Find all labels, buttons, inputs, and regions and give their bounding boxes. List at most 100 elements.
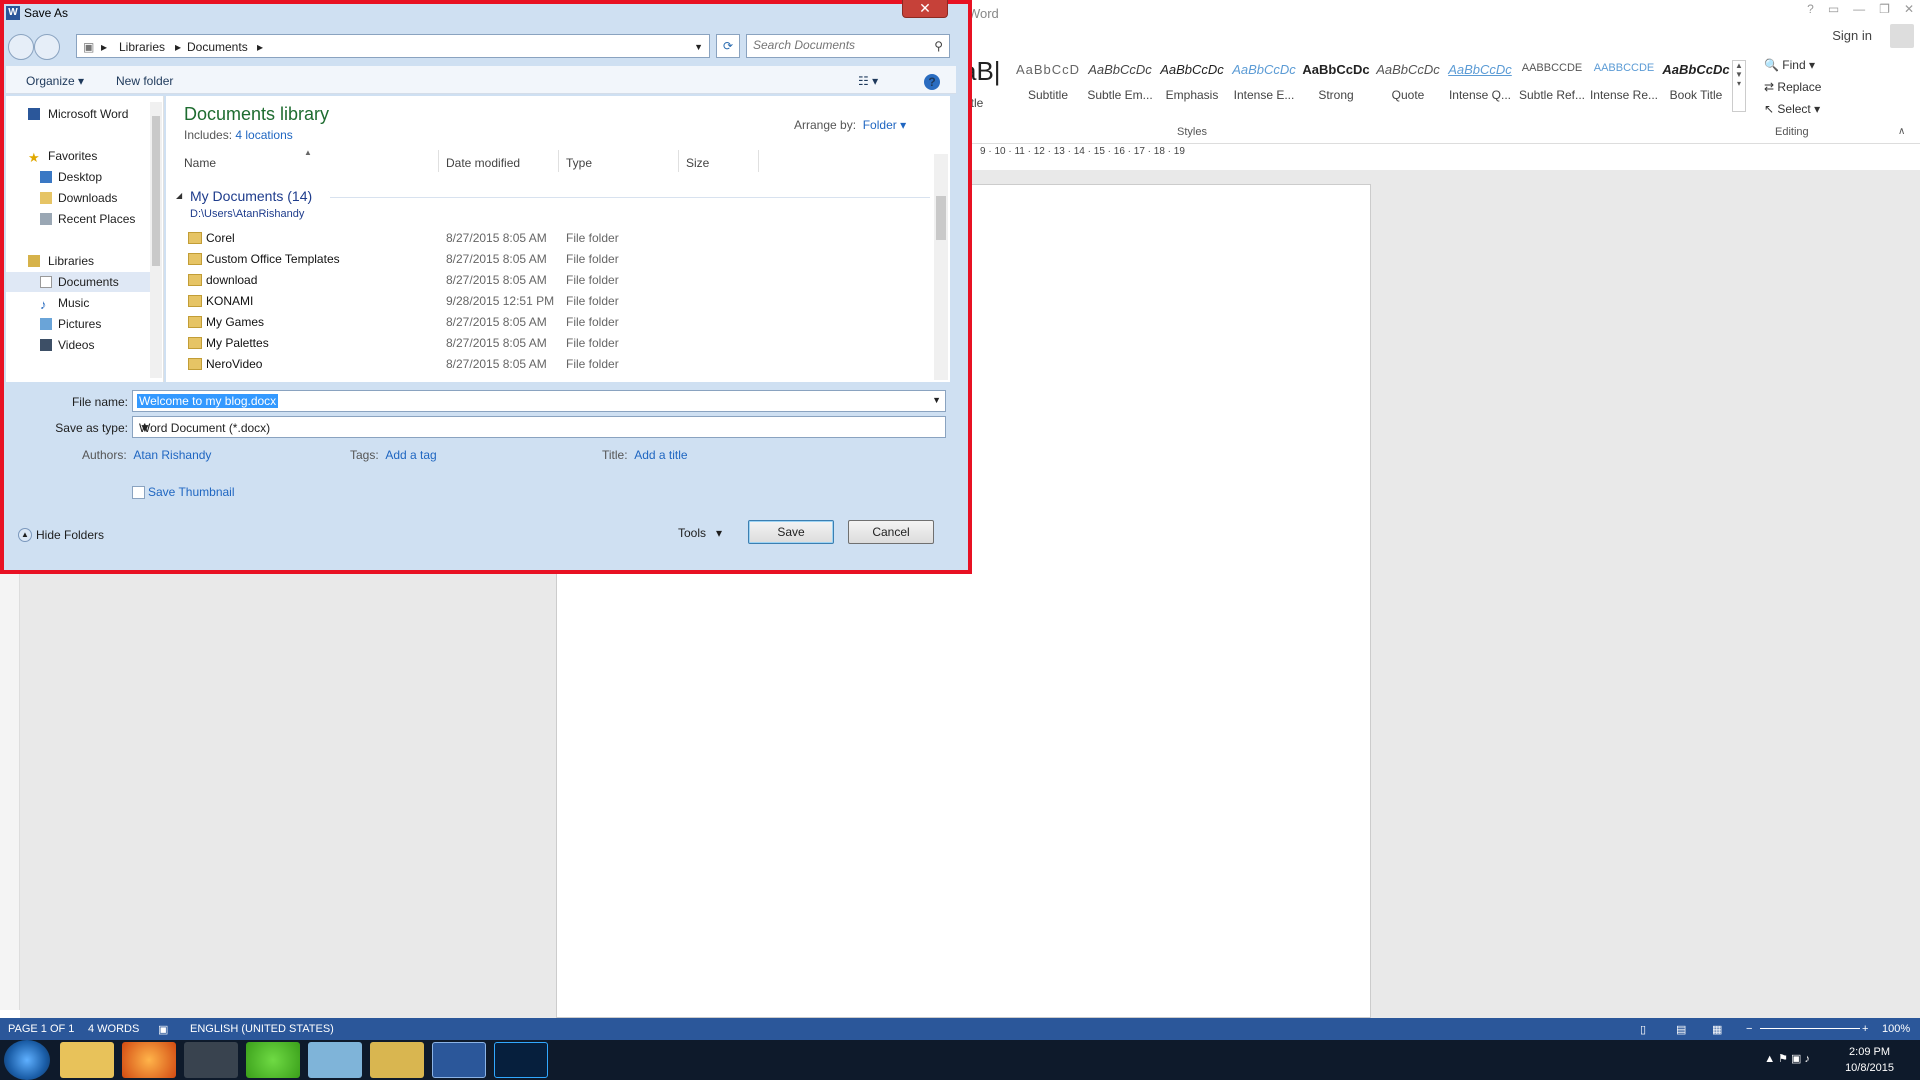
title-value[interactable]: Add a title [634,448,687,462]
zoom-slider[interactable] [1760,1028,1860,1029]
style-subtle-emphasis[interactable]: AaBbCcDc Subtle Em... [1084,62,1156,102]
style-subtitle[interactable]: AaBbCcD Subtitle [1012,62,1084,102]
includes-locations-link[interactable]: 4 locations [235,128,292,142]
nav-libraries[interactable]: Libraries [6,251,156,271]
select-button[interactable]: ↖ Select ▾ [1764,102,1820,116]
dialog-close-button[interactable]: ✕ [902,0,948,18]
nav-pictures[interactable]: Pictures [6,314,156,334]
column-size[interactable]: Size [686,156,709,170]
breadcrumb-libraries[interactable]: Libraries [119,40,165,54]
ribbon-display-icon[interactable]: ▭ [1828,2,1839,16]
photoshop-taskbar-icon[interactable] [494,1042,548,1078]
file-row[interactable]: download 8/27/2015 8:05 AM File folder [184,270,924,290]
style-emphasis[interactable]: AaBbCcDc Emphasis [1156,62,1228,102]
notes-taskbar-icon[interactable] [308,1042,362,1078]
file-list-scrollbar-thumb[interactable] [936,196,946,240]
column-name[interactable]: Name [184,156,216,170]
web-layout-icon[interactable]: ▦ [1712,1023,1722,1036]
collapse-ribbon-icon[interactable]: ∧ [1898,126,1905,137]
authors-value[interactable]: Atan Rishandy [133,448,211,462]
group-header[interactable]: My Documents (14) [190,188,312,204]
file-row[interactable]: KONAMI 9/28/2015 12:51 PM File folder [184,291,924,311]
save-thumbnail-label[interactable]: Save Thumbnail [148,485,235,499]
style-strong[interactable]: AaBbCcDc Strong [1300,62,1372,102]
organize-button[interactable]: Organize ▾ [26,74,84,88]
zoom-in-icon[interactable]: + [1862,1023,1868,1035]
explorer-taskbar-icon[interactable] [60,1042,114,1078]
filename-dropdown-icon[interactable]: ▼ [932,395,941,405]
file-row[interactable]: My Games 8/27/2015 8:05 AM File folder [184,312,924,332]
style-book-title[interactable]: AaBbCcDc Book Title [1660,62,1732,102]
hide-folders-button[interactable]: ▲ Hide Folders [18,528,104,542]
style-intense-quote[interactable]: AaBbCcDc Intense Q... [1444,62,1516,102]
notepad-taskbar-icon[interactable] [184,1042,238,1078]
page-count[interactable]: PAGE 1 OF 1 [8,1023,74,1035]
zoom-out-icon[interactable]: − [1746,1023,1752,1035]
save-button[interactable]: Save [748,520,834,544]
address-dropdown-icon[interactable]: ▼ [694,42,703,52]
savetype-select[interactable]: Word Document (*.docx) ▼ [132,416,946,438]
style-quote[interactable]: AaBbCcDc Quote [1372,62,1444,102]
upwork-taskbar-icon[interactable] [246,1042,300,1078]
firefox-taskbar-icon[interactable] [122,1042,176,1078]
file-row[interactable]: Corel 8/27/2015 8:05 AM File folder [184,228,924,248]
help-icon[interactable]: ? [924,74,940,90]
address-bar[interactable]: ▣ ▸ Libraries ▸ Documents ▸ ▼ [76,34,710,58]
language-indicator[interactable]: ENGLISH (UNITED STATES) [190,1023,334,1035]
minimize-icon[interactable]: — [1853,2,1865,16]
breadcrumb-documents[interactable]: Documents [187,40,248,54]
nav-documents[interactable]: Documents [6,272,156,292]
clock-time[interactable]: 2:09 PM [1849,1046,1890,1058]
tray-icons[interactable]: ▲ ⚑ ▣ ♪ [1764,1052,1810,1065]
file-row[interactable]: My Palettes 8/27/2015 8:05 AM File folder [184,333,924,353]
filename-value[interactable]: Welcome to my blog.docx [137,394,279,408]
print-layout-icon[interactable]: ▤ [1676,1023,1686,1036]
nav-videos[interactable]: Videos [6,335,156,355]
styles-scroll[interactable]: ▲ ▼ ▾ [1732,60,1746,112]
zoom-level[interactable]: 100% [1882,1023,1910,1035]
forward-button[interactable] [34,34,60,60]
nav-desktop[interactable]: Desktop [6,167,156,187]
file-list-scrollbar[interactable] [934,154,948,380]
read-mode-icon[interactable]: ▯ [1640,1023,1646,1036]
sign-in-link[interactable]: Sign in [1832,28,1872,43]
back-button[interactable] [8,34,34,60]
clock-date[interactable]: 10/8/2015 [1845,1062,1894,1074]
nav-downloads[interactable]: Downloads [6,188,156,208]
save-thumbnail-checkbox[interactable] [132,486,145,499]
search-input[interactable] [753,38,923,52]
nav-music[interactable]: ♪ Music [6,293,156,313]
arrange-by-dropdown[interactable]: Folder ▾ [863,118,906,132]
help-icon[interactable]: ? [1807,2,1814,16]
cancel-button[interactable]: Cancel [848,520,934,544]
nav-scrollbar-thumb[interactable] [152,116,160,266]
close-icon[interactable]: ✕ [1904,2,1914,16]
collapse-group-icon[interactable]: ◢ [176,191,182,200]
savetype-dropdown-icon[interactable]: ▼ [139,421,941,435]
filename-input[interactable]: Welcome to my blog.docx ▼ [132,390,946,412]
column-type[interactable]: Type [566,156,592,170]
style-intense-reference[interactable]: AABBCCDE Intense Re... [1588,62,1660,102]
tags-value[interactable]: Add a tag [385,448,436,462]
refresh-icon[interactable]: ⟳ [716,34,740,58]
replace-button[interactable]: ⇄ Replace [1764,80,1821,94]
word-taskbar-icon[interactable] [432,1042,486,1078]
restore-icon[interactable]: ❐ [1879,2,1890,16]
view-options-icon[interactable]: ☷ ▾ [858,74,878,88]
search-icon[interactable]: ⚲ [934,39,943,53]
style-intense-emphasis[interactable]: AaBbCcDc Intense E... [1228,62,1300,102]
proofing-icon[interactable]: ▣ [158,1023,168,1036]
file-row[interactable]: NeroVideo 8/27/2015 8:05 AM File folder [184,354,924,374]
search-box[interactable]: ⚲ [746,34,950,58]
start-button[interactable] [4,1040,50,1080]
nav-microsoft-word[interactable]: Microsoft Word [6,104,156,124]
word-count[interactable]: 4 WORDS [88,1023,139,1035]
nav-favorites[interactable]: ★ Favorites [6,146,156,166]
tools-button[interactable]: Tools ▾ [678,526,722,540]
file-manager-taskbar-icon[interactable] [370,1042,424,1078]
column-date-modified[interactable]: Date modified [446,156,520,170]
nav-recent-places[interactable]: Recent Places [6,209,156,229]
new-folder-button[interactable]: New folder [116,74,173,88]
find-button[interactable]: 🔍 Find ▾ [1764,58,1815,72]
avatar[interactable] [1890,24,1914,48]
